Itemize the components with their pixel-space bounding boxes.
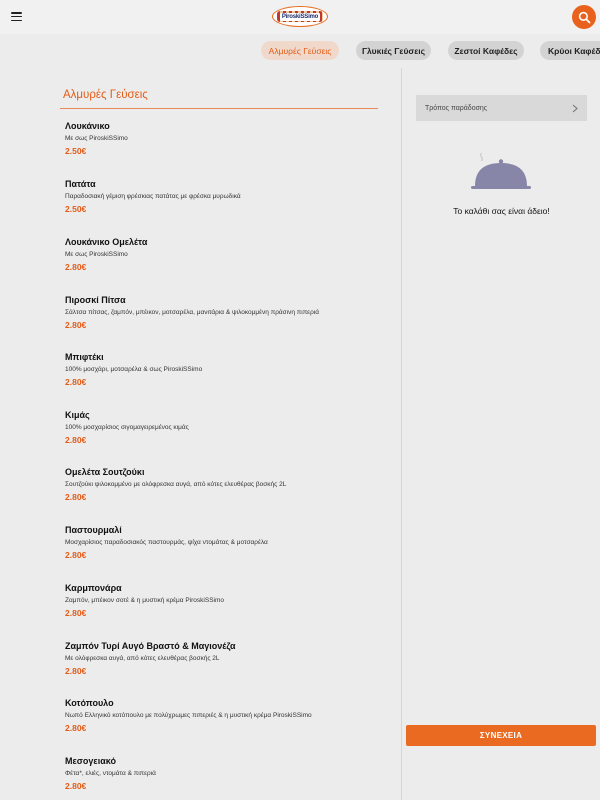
menu-list: Αλμυρές Γεύσεις Λουκάνικο Με σως Piroski… [0, 68, 402, 800]
item-name: Πατάτα [65, 179, 96, 189]
item-name: Ομελέτα Σουτζούκι [65, 467, 145, 477]
item-name: Κιμάς [65, 410, 90, 420]
item-description: 100% μοσχαρίσιος σιγομαγειρεμένος κιμάς [65, 424, 189, 431]
cloche-icon [471, 152, 531, 189]
menu-item[interactable]: Κοτόπουλο Νωπό Ελληνικό κοτόπουλο με πολ… [65, 698, 395, 734]
menu-item[interactable]: Ομελέτα Σουτζούκι Σουτζούκι ψιλοκομμένο … [65, 467, 395, 503]
section-title: Αλμυρές Γεύσεις [63, 89, 148, 101]
menu-item[interactable]: Παστουρμαλί Μοσχαρίσιος παραδοσιακός πασ… [65, 525, 395, 561]
item-description: Παραδοσιακή γέμιση φρέσκιας πατάτας με φ… [65, 193, 241, 200]
item-name: Μπιφτέκι [65, 352, 104, 362]
item-description: Νωπό Ελληνικό κοτόπουλο με πολύχρωμες πι… [65, 712, 312, 719]
menu-item[interactable]: Λουκάνικο Ομελέτα Με σως PiroskiSSimo 2.… [65, 237, 395, 273]
item-price: 2.80€ [65, 608, 87, 618]
menu-item[interactable]: Πιροσκί Πίτσα Σάλτσα πίτσας, ζαμπόν, μπέ… [65, 295, 395, 331]
item-description: Με ολόφρεσκα αυγά, από κότες ελευθέρας β… [65, 655, 220, 662]
tab-sweet[interactable]: Γλυκιές Γεύσεις [356, 41, 431, 60]
item-description: Φέτα*, ελιές, ντομάτα & πιπεριά [65, 770, 156, 777]
item-price: 2.50€ [65, 146, 87, 156]
item-price: 2.80€ [65, 435, 87, 445]
brand-logo[interactable]: PiroskiSSimo [272, 6, 328, 27]
menu-item[interactable]: Κιμάς 100% μοσχαρίσιος σιγομαγειρεμένος … [65, 410, 395, 446]
search-button[interactable] [572, 5, 596, 29]
menu-item[interactable]: Καρμπονάρα Ζαμπόν, μπέικον σοτέ & η μυστ… [65, 583, 395, 619]
menu-item[interactable]: Μπιφτέκι 100% μοσχάρι, μοτσαρέλα & σως P… [65, 352, 395, 388]
item-price: 2.80€ [65, 550, 87, 560]
section-divider [60, 108, 378, 109]
continue-button[interactable]: ΣΥΝΕΧΕΙΑ [406, 725, 596, 746]
menu-item[interactable]: Ζαμπόν Τυρί Αυγό Βραστό & Μαγιονέζα Με ο… [65, 641, 395, 677]
item-name: Καρμπονάρα [65, 583, 122, 593]
search-icon [578, 11, 590, 23]
chevron-right-icon [572, 104, 578, 112]
item-description: Σουτζούκι ψιλοκομμένο με ολόφρεσκα αυγά,… [65, 481, 287, 488]
item-price: 2.80€ [65, 666, 87, 676]
cart-panel: Τρόπος παράδοσης Το καλάθι σας είναι άδε… [403, 68, 600, 800]
item-description: Ζαμπόν, μπέικον σοτέ & η μυστική κρέμα P… [65, 597, 225, 604]
item-name: Πιροσκί Πίτσα [65, 295, 126, 305]
item-price: 2.50€ [65, 204, 87, 214]
item-price: 2.80€ [65, 781, 87, 791]
delivery-method-selector[interactable]: Τρόπος παράδοσης [416, 95, 587, 121]
item-name: Ζαμπόν Τυρί Αυγό Βραστό & Μαγιονέζα [65, 641, 236, 651]
item-description: Με σως PiroskiSSimo [65, 251, 128, 258]
item-price: 2.80€ [65, 377, 87, 387]
menu-item[interactable]: Λουκάνικο Με σως PiroskiSSimo 2.50€ [65, 121, 395, 157]
hamburger-icon[interactable] [11, 12, 22, 21]
item-price: 2.80€ [65, 262, 87, 272]
tab-hot-coffee[interactable]: Ζεστοί Καφέδες [448, 41, 524, 60]
item-price: 2.80€ [65, 492, 87, 502]
delivery-method-label: Τρόπος παράδοσης [425, 104, 488, 112]
item-description: Με σως PiroskiSSimo [65, 135, 128, 142]
item-description: Σάλτσα πίτσας, ζαμπόν, μπέικον, μοτσαρέλ… [65, 309, 319, 316]
menu-item[interactable]: Πατάτα Παραδοσιακή γέμιση φρέσκιας πατάτ… [65, 179, 395, 215]
item-name: Λουκάνικο [65, 121, 110, 131]
tab-cold-coffee[interactable]: Κρύοι Καφέδες [540, 41, 600, 60]
item-price: 2.80€ [65, 723, 87, 733]
category-tabs: Αλμυρές Γεύσεις Γλυκιές Γεύσεις Ζεστοί Κ… [0, 34, 600, 68]
item-name: Μεσογειακό [65, 756, 116, 766]
logo-text: PiroskiSSimo [279, 12, 321, 21]
item-name: Κοτόπουλο [65, 698, 114, 708]
menu-item[interactable]: Μεσογειακό Φέτα*, ελιές, ντομάτα & πιπερ… [65, 756, 395, 792]
item-description: Μοσχαρίσιος παραδοσιακός παστουρμάς, ψίχ… [65, 539, 268, 546]
item-description: 100% μοσχάρι, μοτσαρέλα & σως PiroskiSSi… [65, 366, 203, 373]
item-price: 2.80€ [65, 320, 87, 330]
item-name: Λουκάνικο Ομελέτα [65, 237, 148, 247]
top-bar: PiroskiSSimo [0, 0, 600, 34]
empty-cart-message: Το καλάθι σας είναι άδειο! [453, 206, 550, 216]
item-name: Παστουρμαλί [65, 525, 122, 535]
tab-savory[interactable]: Αλμυρές Γεύσεις [261, 41, 339, 60]
